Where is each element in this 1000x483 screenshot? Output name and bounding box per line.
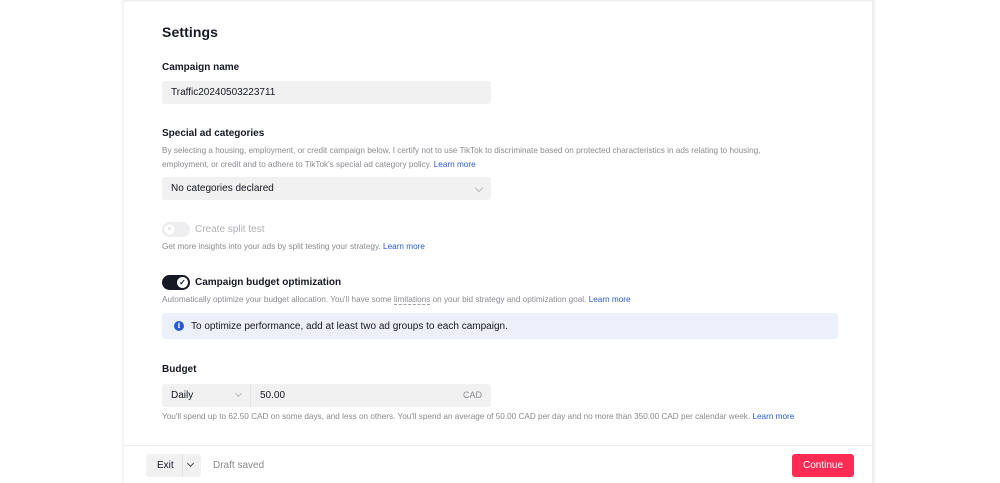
exit-button-label: Exit (157, 460, 174, 471)
special-ad-learn-more-link[interactable]: Learn more (434, 160, 476, 169)
split-test-label: Create split test (195, 224, 265, 235)
check-icon: ✓ (177, 277, 188, 288)
budget-currency: CAD (462, 390, 482, 400)
split-test-learn-more-link[interactable]: Learn more (383, 242, 425, 251)
info-banner-text: To optimize performance, add at least tw… (191, 320, 508, 332)
campaign-name-input[interactable]: Traffic20240503223711 (162, 81, 491, 104)
cbo-learn-more-link[interactable]: Learn more (589, 295, 631, 304)
split-test-description-text: Get more insights into your ads by split… (162, 242, 381, 251)
campaign-name-label: Campaign name (162, 62, 240, 73)
budget-note-text: You'll spend up to 62.50 CAD on some day… (162, 412, 751, 421)
page-title: Settings (162, 24, 219, 40)
cbo-description-post: on your bid strategy and optimization go… (432, 295, 587, 304)
split-test-toggle[interactable]: × (162, 222, 190, 237)
draft-status: Draft saved (213, 460, 265, 471)
cbo-limitations-link[interactable]: limitations (393, 295, 431, 305)
budget-label: Budget (162, 364, 197, 375)
cbo-label: Campaign budget optimization (195, 277, 342, 288)
chevron-down-icon[interactable] (186, 459, 195, 468)
panel-shadow-right (872, 0, 877, 483)
info-icon: i (174, 321, 184, 331)
chevron-down-icon (234, 389, 243, 398)
continue-button[interactable]: Continue (792, 454, 854, 477)
exit-button[interactable]: Exit (146, 454, 201, 477)
budget-input-group: Daily 50.00 CAD (162, 384, 491, 407)
exit-button-separator (182, 454, 183, 477)
special-ad-description-line2: employment, or credit and to adhere to T… (162, 159, 432, 169)
campaign-name-value: Traffic20240503223711 (171, 87, 276, 98)
special-ad-description: By selecting a housing, employment, or c… (162, 144, 842, 171)
cbo-toggle[interactable]: ✓ (162, 275, 190, 290)
left-background (0, 0, 124, 483)
special-ad-categories-label: Special ad categories (162, 128, 265, 139)
special-ad-categories-select[interactable]: No categories declared (162, 177, 491, 200)
close-icon: × (164, 224, 175, 235)
panel-shadow-left (120, 0, 124, 483)
cbo-description: Automatically optimize your budget alloc… (162, 293, 631, 307)
special-ad-description-line1: By selecting a housing, employment, or c… (162, 146, 761, 155)
split-test-description: Get more insights into your ads by split… (162, 240, 425, 254)
budget-frequency-select[interactable]: Daily (171, 390, 193, 401)
budget-amount-input[interactable]: 50.00 (260, 390, 285, 401)
panel-top-edge (124, 0, 872, 3)
budget-learn-more-link[interactable]: Learn more (752, 412, 794, 421)
chevron-down-icon (474, 183, 484, 193)
cbo-description-pre: Automatically optimize your budget alloc… (162, 295, 392, 304)
budget-divider (250, 384, 251, 407)
budget-note: You'll spend up to 62.50 CAD on some day… (162, 410, 862, 424)
info-banner: i To optimize performance, add at least … (162, 313, 838, 339)
special-ad-selected-value: No categories declared (171, 183, 274, 194)
